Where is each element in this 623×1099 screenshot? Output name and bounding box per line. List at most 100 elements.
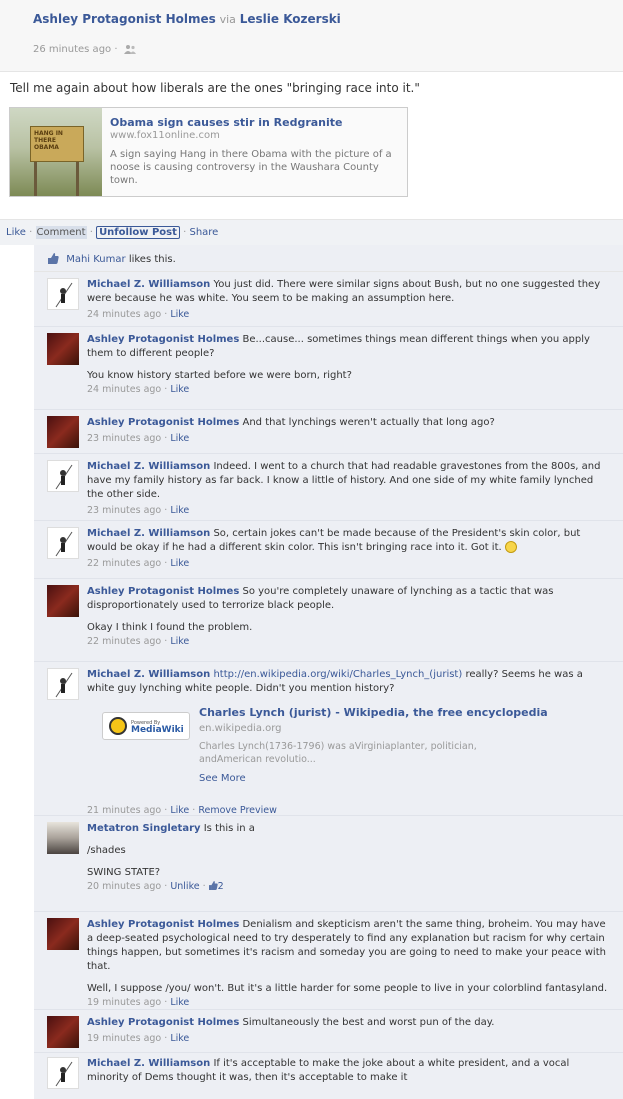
comment-text-2: Well, I suppose /you/ won't. But it's a … xyxy=(87,983,608,994)
comment-like-link[interactable]: Like xyxy=(170,309,189,320)
avatar[interactable] xyxy=(47,1057,79,1089)
comment-meta: 23 minutes ago · Like xyxy=(87,505,190,516)
comment-time[interactable]: 20 minutes ago xyxy=(87,881,161,892)
link-url: www.fox11online.com xyxy=(110,130,220,141)
comment-author[interactable]: Ashley Protagonist Holmes xyxy=(87,1017,239,1028)
sign-post-left xyxy=(34,156,37,196)
comment-time[interactable]: 22 minutes ago xyxy=(87,558,161,569)
comment-like-link[interactable]: Like xyxy=(170,805,189,816)
comment-like-link[interactable]: Like xyxy=(170,433,189,444)
via-author-link[interactable]: Leslie Kozerski xyxy=(240,12,341,26)
post-timestamp-line: 26 minutes ago · xyxy=(33,44,136,55)
comment-body: Michael Z. Williamson Indeed. I went to … xyxy=(87,460,612,518)
like-count[interactable]: 2 xyxy=(218,881,224,892)
comment-text: Is this in a xyxy=(203,823,255,834)
avatar[interactable] xyxy=(47,668,79,700)
comment-author[interactable]: Michael Z. Williamson xyxy=(87,1058,210,1069)
avatar[interactable] xyxy=(47,416,79,448)
comment-body: Metatron Singletary Is this in a /shades… xyxy=(87,822,612,894)
comment-like-link[interactable]: Like xyxy=(170,384,189,395)
separator: · xyxy=(89,227,93,238)
comment-author[interactable]: Michael Z. Williamson xyxy=(87,528,210,539)
avatar-figure-icon xyxy=(55,464,73,490)
avatar-figure-icon xyxy=(55,282,73,308)
comment-item: Ashley Protagonist Holmes And that lynch… xyxy=(34,410,623,454)
comment-time[interactable]: 24 minutes ago xyxy=(87,384,161,395)
avatar[interactable] xyxy=(47,278,79,310)
comment-like-link[interactable]: Like xyxy=(170,636,189,647)
post-author-line: Ashley Protagonist Holmes via Leslie Koz… xyxy=(33,12,341,26)
comment-author[interactable]: Ashley Protagonist Holmes xyxy=(87,334,239,345)
avatar-figure-icon xyxy=(55,531,73,557)
comment-author[interactable]: Michael Z. Williamson xyxy=(87,669,210,680)
comment-time[interactable]: 22 minutes ago xyxy=(87,636,161,647)
comment-like-link[interactable]: Like xyxy=(170,558,189,569)
comment-like-link[interactable]: Like xyxy=(170,505,189,516)
post-timestamp[interactable]: 26 minutes ago xyxy=(33,44,111,55)
comment-time[interactable]: 24 minutes ago xyxy=(87,309,161,320)
see-more-link[interactable]: See More xyxy=(199,772,246,786)
comment-meta: 24 minutes ago · Like xyxy=(87,309,190,320)
avatar[interactable] xyxy=(47,333,79,365)
unfollow-post-button[interactable]: Unfollow Post xyxy=(96,226,180,239)
comment-body: Ashley Protagonist Holmes Be...cause... … xyxy=(87,333,612,397)
comment-item: Metatron Singletary Is this in a /shades… xyxy=(34,816,623,912)
mediawiki-label: MediaWiki xyxy=(131,725,184,735)
comment-meta: 24 minutes ago · Like xyxy=(87,384,190,395)
comment-item: Michael Z. Williamson Indeed. I went to … xyxy=(34,454,623,521)
comment-text: And that lynchings weren't actually that… xyxy=(242,417,495,428)
shared-link-card[interactable]: HANG IN THERE OBAMA Obama sign causes st… xyxy=(9,107,408,197)
avatar[interactable] xyxy=(47,527,79,559)
post-author-link[interactable]: Ashley Protagonist Holmes xyxy=(33,12,216,26)
like-button[interactable]: Like xyxy=(6,227,26,238)
comment-meta: 19 minutes ago · Like xyxy=(87,997,190,1008)
avatar[interactable] xyxy=(47,585,79,617)
comments-section: Mahi Kumar likes this. Michael Z. Willia… xyxy=(34,245,623,1099)
comment-item: Michael Z. Williamson So, certain jokes … xyxy=(34,521,623,579)
audience-icon[interactable] xyxy=(123,44,136,54)
comment-author[interactable]: Ashley Protagonist Holmes xyxy=(87,417,239,428)
link-thumbnail[interactable]: HANG IN THERE OBAMA xyxy=(10,108,102,196)
comment-author[interactable]: Ashley Protagonist Holmes xyxy=(87,919,239,930)
comment-author[interactable]: Michael Z. Williamson xyxy=(87,461,210,472)
comment-body: Michael Z. Williamson http://en.wikipedi… xyxy=(87,668,612,818)
likes-text: likes this. xyxy=(128,254,176,265)
avatar[interactable] xyxy=(47,918,79,950)
thumbs-up-icon xyxy=(48,253,59,264)
comment-item: Ashley Protagonist Holmes Be...cause... … xyxy=(34,327,623,410)
comment-time[interactable]: 19 minutes ago xyxy=(87,997,161,1008)
comment-unlike-link[interactable]: Unlike xyxy=(170,881,199,892)
comment-body: Ashley Protagonist Holmes So you're comp… xyxy=(87,585,612,649)
comment-text-2: You know history started before we were … xyxy=(87,370,352,381)
comment-author[interactable]: Michael Z. Williamson xyxy=(87,279,210,290)
post-status-text: Tell me again about how liberals are the… xyxy=(10,81,420,95)
avatar[interactable] xyxy=(47,822,79,854)
share-button[interactable]: Share xyxy=(189,227,218,238)
avatar[interactable] xyxy=(47,460,79,492)
comment-author[interactable]: Metatron Singletary xyxy=(87,823,201,834)
avatar[interactable] xyxy=(47,1016,79,1048)
comment-text-3: SWING STATE? xyxy=(87,867,161,878)
comment-time[interactable]: 23 minutes ago xyxy=(87,433,161,444)
sign-post-right xyxy=(76,156,79,196)
comment-text: Simultaneously the best and worst pun of… xyxy=(242,1017,495,1028)
post-header: Ashley Protagonist Holmes via Leslie Koz… xyxy=(0,0,623,72)
comment-like-link[interactable]: Like xyxy=(170,1033,189,1044)
post-action-bar: Like · Comment · Unfollow Post · Share xyxy=(0,219,623,245)
comment-time[interactable]: 19 minutes ago xyxy=(87,1033,161,1044)
wiki-preview-card: Powered By MediaWiki Charles Lynch (juri… xyxy=(87,704,612,802)
comment-meta: 23 minutes ago · Like xyxy=(87,433,190,444)
remove-preview-link[interactable]: Remove Preview xyxy=(198,805,277,816)
comment-time[interactable]: 23 minutes ago xyxy=(87,505,161,516)
comment-button[interactable]: Comment xyxy=(35,226,87,239)
sign-text: HANG IN THERE OBAMA xyxy=(34,130,63,151)
comment-item: Ashley Protagonist Holmes Denialism and … xyxy=(34,912,623,1010)
link-title[interactable]: Obama sign causes stir in Redgranite xyxy=(110,116,342,129)
liker-name[interactable]: Mahi Kumar xyxy=(66,254,125,265)
comment-time[interactable]: 21 minutes ago xyxy=(87,805,161,816)
comment-meta: 22 minutes ago · Like xyxy=(87,558,190,569)
comment-like-link[interactable]: Like xyxy=(170,997,189,1008)
wiki-title[interactable]: Charles Lynch (jurist) - Wikipedia, the … xyxy=(199,706,548,720)
comment-url-link[interactable]: http://en.wikipedia.org/wiki/Charles_Lyn… xyxy=(213,669,462,680)
comment-author[interactable]: Ashley Protagonist Holmes xyxy=(87,586,239,597)
